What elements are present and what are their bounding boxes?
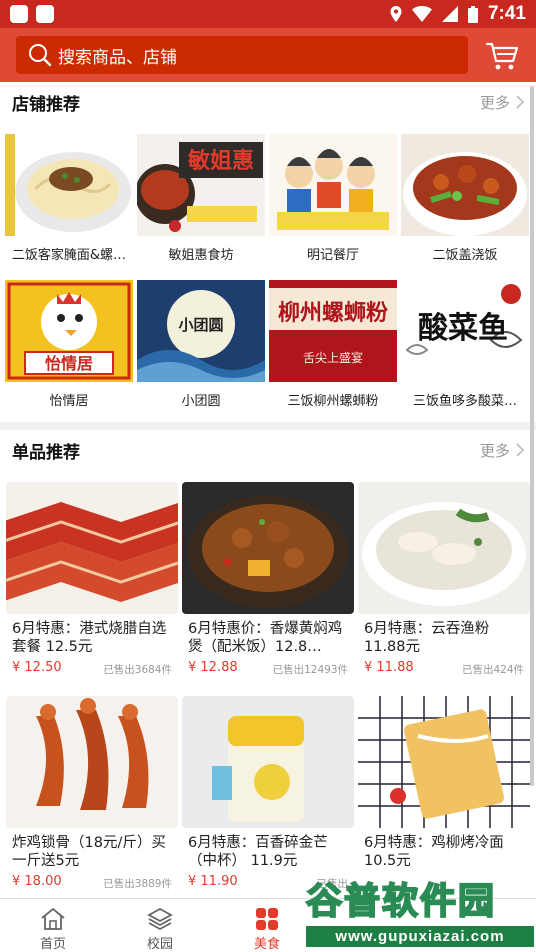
- product-title: 6月特惠价：香爆黄焖鸡煲（配米饭）12.8…: [188, 621, 343, 655]
- product-image: [358, 482, 530, 614]
- shop-card[interactable]: 酸菜鱼 三饭鱼哆多酸菜…: [401, 280, 529, 420]
- product-image: [358, 696, 530, 828]
- wifi-icon: [411, 6, 432, 22]
- shop-name: 三饭鱼哆多酸菜…: [412, 394, 517, 409]
- tab-label: 美食: [253, 937, 280, 952]
- product-title: 6月特惠：云吞渔粉 11.88元: [364, 621, 490, 655]
- shop-card[interactable]: 二饭盖浇饭: [401, 134, 529, 274]
- location-icon: [390, 6, 402, 22]
- product-section-header: 单品推荐 更多: [0, 430, 536, 470]
- status-time: 7:41: [487, 3, 526, 24]
- shop-name: 明记餐厅: [306, 248, 359, 263]
- product-card[interactable]: 6月特惠：云吞渔粉 11.88元 ¥ 11.88 已售出424件: [358, 482, 530, 692]
- shop-card[interactable]: 明记餐厅: [269, 134, 397, 274]
- shop-sign-text: 小团圆: [178, 316, 223, 334]
- section-title: 店铺推荐: [12, 94, 80, 115]
- more-link[interactable]: 更多: [480, 92, 524, 113]
- tab-campus[interactable]: 校园: [110, 899, 210, 952]
- watermark-logo: 谷普软件园 www.gupuxiazai.com: [300, 868, 536, 952]
- shop-image: [401, 134, 529, 236]
- product-title: 炸鸡锁骨（18元/斤）买一斤送5元: [12, 835, 166, 869]
- product-price: ¥ 11.88: [364, 660, 414, 675]
- product-recommend-section: 单品推荐 更多 6月特惠：港式烧腊自选套餐 12.5元 ¥ 12.50 已售出3…: [0, 430, 536, 898]
- food-grid-icon: [256, 908, 278, 930]
- shop-name: 敏姐惠食坊: [168, 248, 234, 263]
- shop-image: 小团圆: [137, 280, 265, 382]
- cart-icon[interactable]: [484, 40, 520, 72]
- shop-card[interactable]: 怡情居 怡情居: [5, 280, 133, 420]
- status-bar: 7:41: [0, 0, 536, 28]
- product-image: [6, 482, 178, 614]
- chevron-right-icon: [516, 95, 524, 109]
- tab-label: 首页: [39, 937, 66, 952]
- shop-image: 怡情居: [5, 280, 133, 382]
- more-label: 更多: [479, 93, 510, 112]
- product-card[interactable]: 6月特惠：港式烧腊自选套餐 12.5元 ¥ 12.50 已售出3684件: [6, 482, 178, 692]
- product-title: 6月特惠：港式烧腊自选套餐 12.5元: [12, 621, 167, 655]
- shop-name: 三饭柳州螺蛳粉: [287, 394, 379, 409]
- top-bar: 搜索商品、店铺: [0, 28, 536, 82]
- shop-sign-text: 柳州螺蛳粉: [278, 300, 388, 326]
- shop-name: 二饭盖浇饭: [432, 248, 498, 263]
- product-price: ¥ 11.90: [188, 874, 238, 889]
- shop-image: [5, 134, 133, 236]
- shop-card[interactable]: 二饭客家腌面&螺…: [5, 134, 133, 274]
- shop-name: 怡情居: [49, 394, 89, 409]
- home-icon: [41, 907, 65, 930]
- product-card[interactable]: 6月特惠价：香爆黄焖鸡煲（配米饭）12.8… ¥ 12.88 已售出12493件: [182, 482, 354, 692]
- shop-name: 二饭客家腌面&螺…: [11, 248, 127, 263]
- more-link[interactable]: 更多: [480, 440, 524, 461]
- shop-sign-subtext: 舌尖上盛宴: [303, 350, 363, 365]
- product-title: 6月特惠：百香碎金芒（中杯） 11.9元: [188, 835, 328, 869]
- watermark-text: 谷普软件园: [305, 880, 497, 923]
- shop-section-header: 店铺推荐 更多: [0, 82, 536, 122]
- signal-icon: [441, 6, 458, 22]
- layers-icon: [147, 907, 173, 931]
- watermark-url: www.gupuxiazai.com: [306, 926, 534, 947]
- product-image: [182, 482, 354, 614]
- notification-icon: [10, 5, 28, 23]
- shop-name: 小团圆: [181, 394, 221, 409]
- shop-card[interactable]: 敏姐惠 敏姐惠食坊: [137, 134, 265, 274]
- notification-icon: [36, 5, 54, 23]
- shop-image: [269, 134, 397, 236]
- shop-image: 敏姐惠: [137, 134, 265, 236]
- product-image: [6, 696, 178, 828]
- product-price: ¥ 12.50: [12, 660, 62, 675]
- product-card[interactable]: 炸鸡锁骨（18元/斤）买一斤送5元 ¥ 18.00 已售出3889件: [6, 696, 178, 906]
- tab-home[interactable]: 首页: [3, 899, 103, 952]
- chevron-right-icon: [516, 443, 524, 457]
- shop-image: 柳州螺蛳粉舌尖上盛宴: [269, 280, 397, 382]
- more-label: 更多: [479, 441, 510, 460]
- product-title: 6月特惠：鸡柳烤冷面 10.5元: [364, 835, 504, 869]
- scrollbar[interactable]: [530, 86, 534, 786]
- shop-card[interactable]: 柳州螺蛳粉舌尖上盛宴 三饭柳州螺蛳粉: [269, 280, 397, 420]
- shop-sign-text: 怡情居: [45, 354, 93, 373]
- battery-icon: [467, 5, 478, 23]
- shop-card[interactable]: 小团圆 小团圆: [137, 280, 265, 420]
- search-icon: [29, 44, 52, 67]
- shop-sign-text: 敏姐惠: [187, 148, 254, 174]
- shop-image: 酸菜鱼: [401, 280, 529, 382]
- search-placeholder: 搜索商品、店铺: [58, 47, 177, 68]
- section-title: 单品推荐: [12, 442, 80, 463]
- product-sold-count: 已售出424件: [461, 664, 524, 676]
- product-image: [182, 696, 354, 828]
- tab-label: 校园: [146, 937, 173, 952]
- search-input[interactable]: 搜索商品、店铺: [16, 36, 468, 74]
- shop-recommend-section: 店铺推荐 更多 二饭客家腌面&螺… 敏姐惠 敏姐惠食坊 明记餐厅 二饭盖浇饭 怡…: [0, 82, 536, 422]
- product-sold-count: 已售出3684件: [103, 664, 172, 676]
- product-sold-count: 已售出12493件: [272, 664, 348, 676]
- product-sold-count: 已售出3889件: [103, 878, 172, 890]
- product-price: ¥ 12.88: [188, 660, 238, 675]
- shop-sign-text: 酸菜鱼: [418, 311, 508, 346]
- product-price: ¥ 18.00: [12, 874, 62, 889]
